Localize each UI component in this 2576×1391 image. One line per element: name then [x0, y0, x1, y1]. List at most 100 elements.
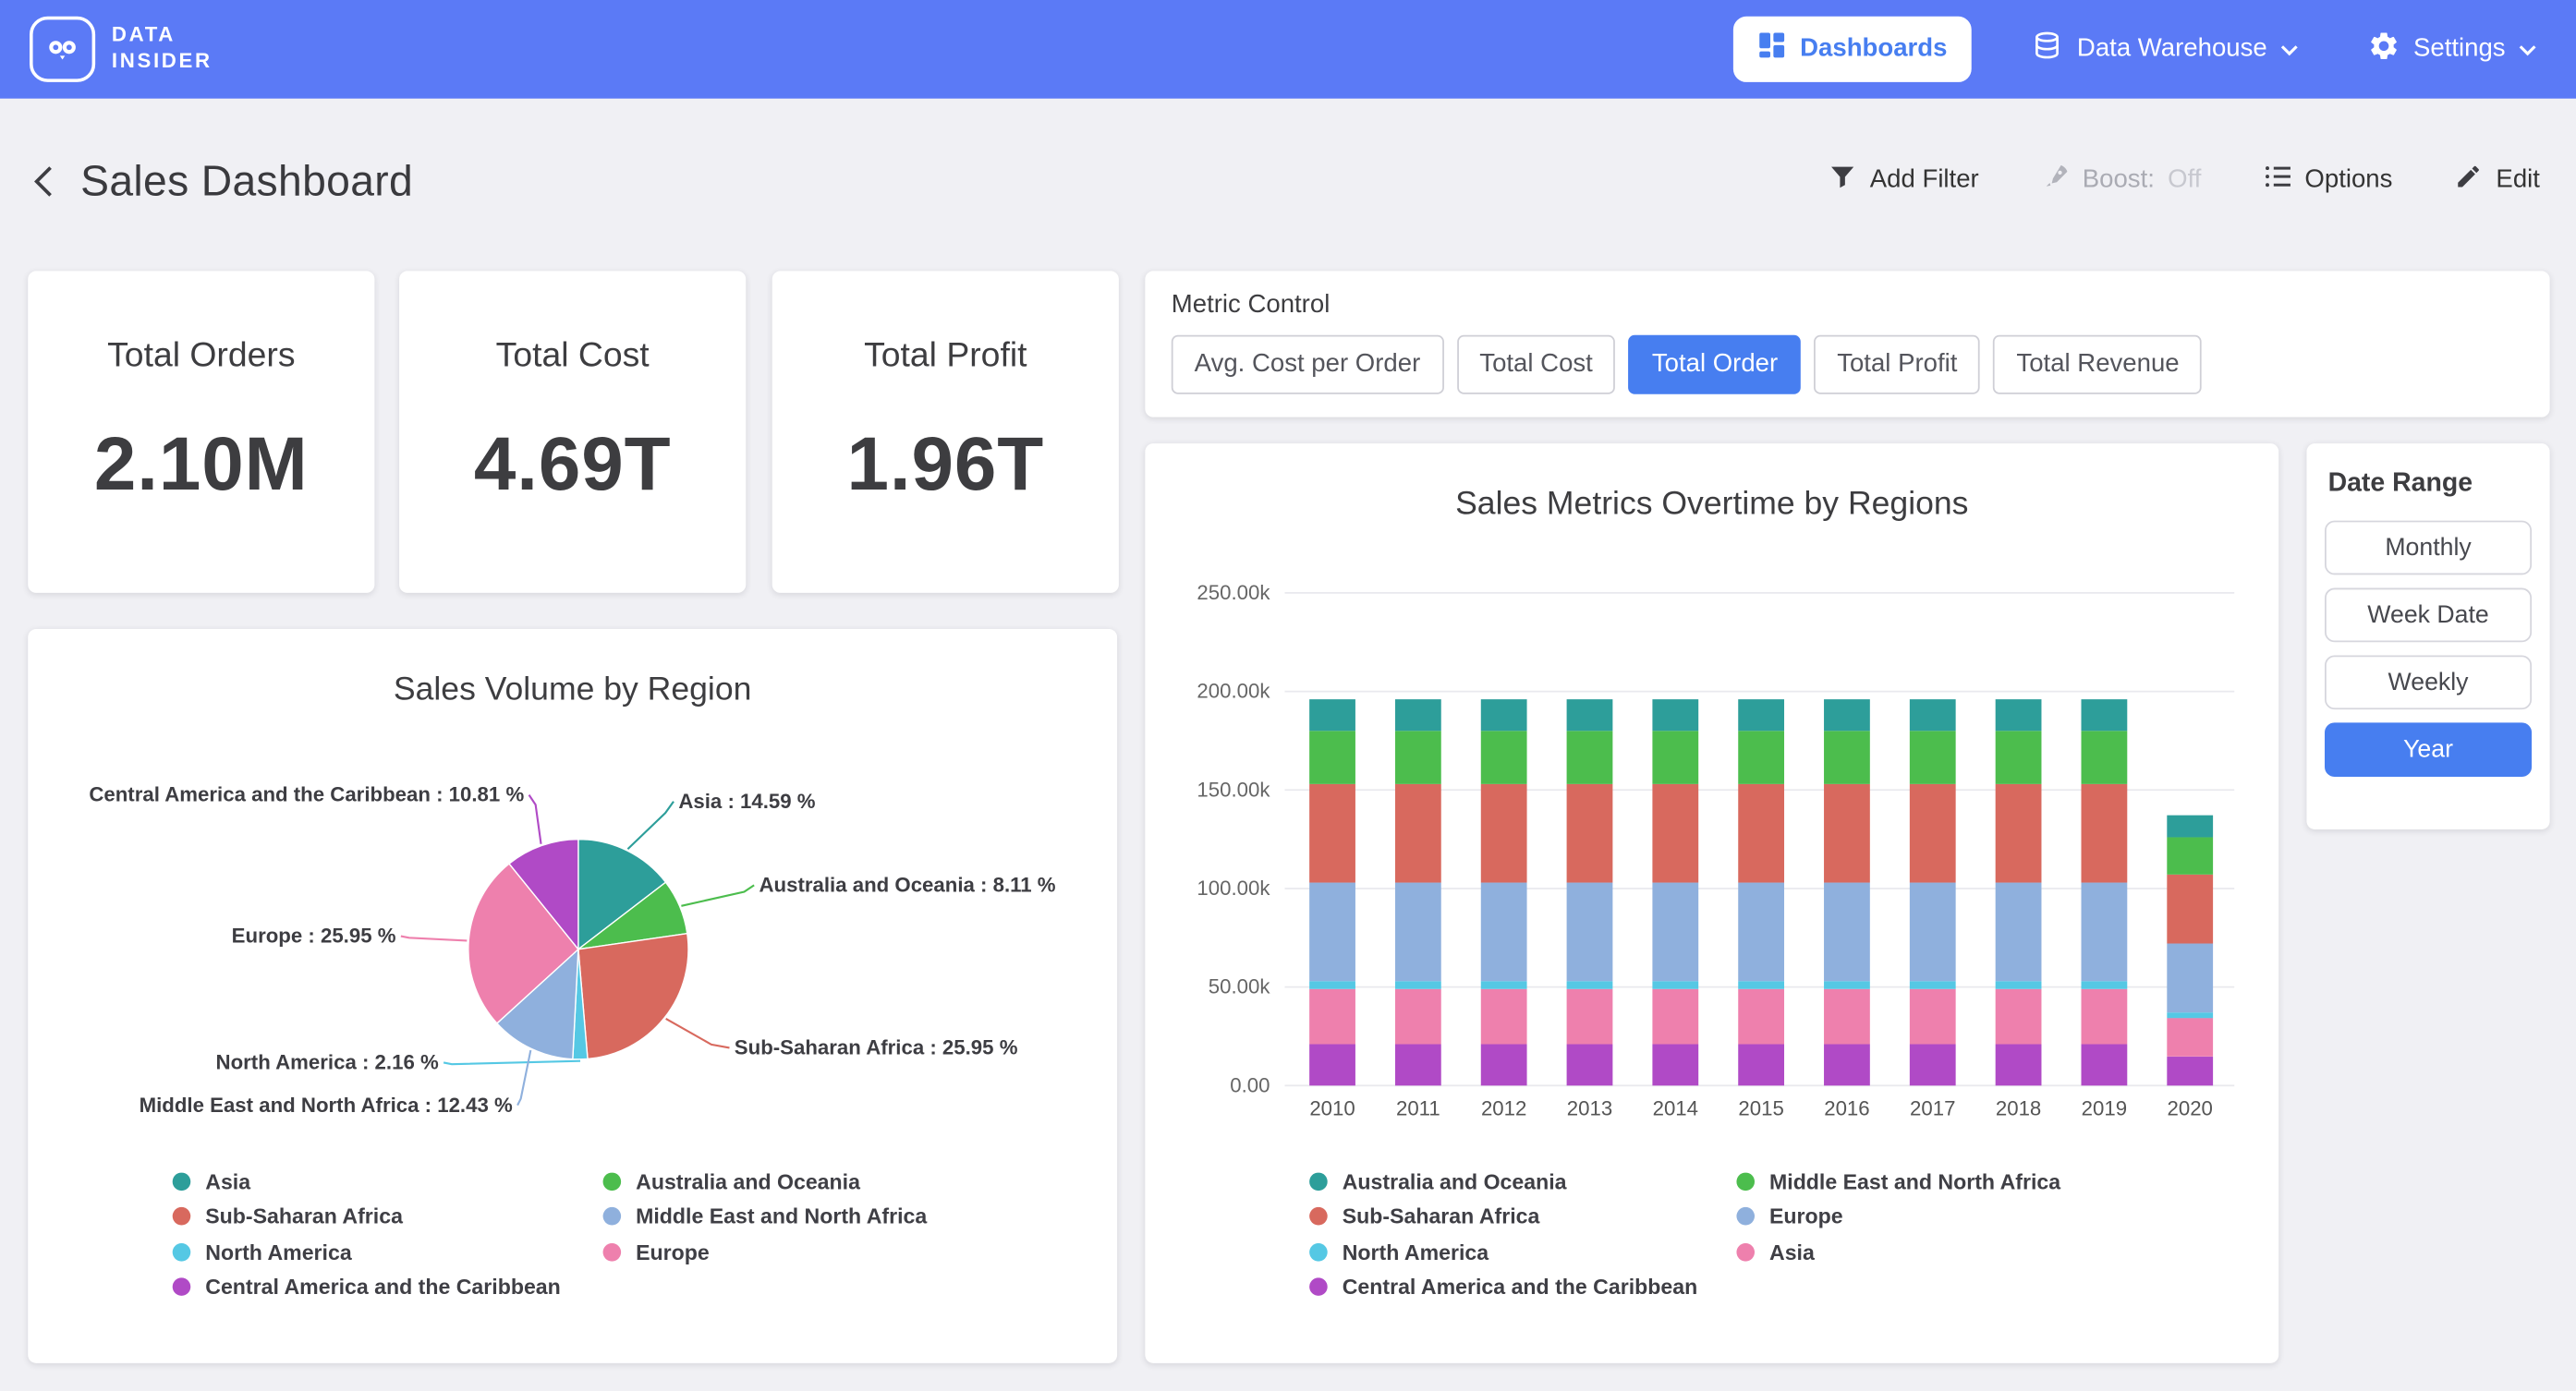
- bar-segment[interactable]: [1824, 699, 1870, 731]
- bar-segment[interactable]: [1652, 883, 1698, 982]
- bar-segment[interactable]: [1395, 981, 1441, 989]
- edit-button[interactable]: Edit: [2445, 161, 2549, 200]
- bar-segment[interactable]: [1309, 731, 1355, 784]
- bar-segment[interactable]: [1738, 981, 1784, 989]
- bar-segment[interactable]: [1910, 784, 1956, 883]
- legend-item[interactable]: Central America and the Caribbean: [1309, 1274, 1736, 1300]
- bar-segment[interactable]: [1481, 699, 1527, 731]
- options-button[interactable]: Options: [2254, 161, 2402, 200]
- legend-item[interactable]: Australia and Oceania: [603, 1167, 928, 1193]
- date-option-monthly[interactable]: Monthly: [2325, 521, 2532, 575]
- bar-segment[interactable]: [1996, 1045, 2042, 1086]
- bar-segment[interactable]: [1567, 784, 1613, 883]
- bar-segment[interactable]: [1567, 883, 1613, 982]
- bar-segment[interactable]: [1824, 784, 1870, 883]
- bar-segment[interactable]: [1652, 981, 1698, 989]
- date-option-weekly[interactable]: Weekly: [2325, 655, 2532, 709]
- bar-segment[interactable]: [1910, 883, 1956, 982]
- bar-segment[interactable]: [1910, 981, 1956, 989]
- legend-item[interactable]: Australia and Oceania: [1309, 1167, 1736, 1193]
- bar-segment[interactable]: [1996, 981, 2042, 989]
- metric-option-total-cost[interactable]: Total Cost: [1456, 335, 1615, 394]
- bar-segment[interactable]: [1824, 883, 1870, 982]
- bar-segment[interactable]: [1824, 981, 1870, 989]
- bar-segment[interactable]: [2167, 1057, 2213, 1085]
- legend-item[interactable]: Asia: [173, 1167, 603, 1193]
- date-option-week-date[interactable]: Week Date: [2325, 588, 2532, 643]
- metric-option-total-profit[interactable]: Total Profit: [1814, 335, 1980, 394]
- bar-segment[interactable]: [1824, 731, 1870, 784]
- bar-segment[interactable]: [2081, 784, 2127, 883]
- bar-segment[interactable]: [1910, 699, 1956, 731]
- bar-segment[interactable]: [2167, 1018, 2213, 1057]
- bar-segment[interactable]: [1996, 883, 2042, 982]
- bar-segment[interactable]: [1309, 784, 1355, 883]
- brand[interactable]: DATA INSIDER: [30, 17, 213, 82]
- bar-segment[interactable]: [1309, 1045, 1355, 1086]
- nav-tab-dashboards[interactable]: Dashboards: [1732, 17, 1972, 82]
- bar-segment[interactable]: [1309, 989, 1355, 1045]
- legend-item[interactable]: Sub-Saharan Africa: [1309, 1203, 1736, 1228]
- bar-segment[interactable]: [1824, 989, 1870, 1045]
- bar-segment[interactable]: [1910, 1045, 1956, 1086]
- nav-menu-data-warehouse[interactable]: Data Warehouse: [2021, 27, 2308, 71]
- legend-item[interactable]: Sub-Saharan Africa: [173, 1203, 603, 1228]
- metric-option-avg-cost-per-order[interactable]: Avg. Cost per Order: [1172, 335, 1443, 394]
- metric-option-total-revenue[interactable]: Total Revenue: [1994, 335, 2203, 394]
- bar-segment[interactable]: [2081, 989, 2127, 1045]
- legend-item[interactable]: Asia: [1736, 1239, 2060, 1264]
- bar-segment[interactable]: [2167, 816, 2213, 838]
- bar-segment[interactable]: [1652, 731, 1698, 784]
- back-button[interactable]: [26, 157, 60, 205]
- bar-segment[interactable]: [1996, 731, 2042, 784]
- bar-segment[interactable]: [1395, 1045, 1441, 1086]
- legend-item[interactable]: North America: [1309, 1239, 1736, 1264]
- bar-segment[interactable]: [1738, 784, 1784, 883]
- bar-segment[interactable]: [1652, 1045, 1698, 1086]
- bar-segment[interactable]: [1910, 989, 1956, 1045]
- pie-chart[interactable]: Asia : 14.59 %Australia and Oceania : 8.…: [28, 728, 1117, 1163]
- legend-item[interactable]: Middle East and North Africa: [1736, 1167, 2060, 1193]
- bar-segment[interactable]: [2081, 883, 2127, 982]
- bar-segment[interactable]: [2081, 731, 2127, 784]
- legend-item[interactable]: Central America and the Caribbean: [173, 1274, 603, 1300]
- bar-segment[interactable]: [1567, 699, 1613, 731]
- bar-segment[interactable]: [1481, 784, 1527, 883]
- bar-segment[interactable]: [1309, 699, 1355, 731]
- date-option-year[interactable]: Year: [2325, 722, 2532, 777]
- nav-menu-settings[interactable]: Settings: [2358, 27, 2547, 71]
- bar-segment[interactable]: [1738, 1045, 1784, 1086]
- bar-segment[interactable]: [1738, 989, 1784, 1045]
- bar-segment[interactable]: [1996, 989, 2042, 1045]
- bar-segment[interactable]: [1481, 1045, 1527, 1086]
- bar-chart[interactable]: 0.0050.00k100.00k150.00k200.00k250.00k20…: [1145, 542, 2278, 1142]
- bar-segment[interactable]: [1824, 1045, 1870, 1086]
- bar-segment[interactable]: [1395, 883, 1441, 982]
- bar-segment[interactable]: [1567, 981, 1613, 989]
- pie-slice[interactable]: [578, 934, 688, 1059]
- bar-segment[interactable]: [1395, 784, 1441, 883]
- bar-segment[interactable]: [1395, 989, 1441, 1045]
- legend-item[interactable]: Middle East and North Africa: [603, 1203, 928, 1228]
- bar-segment[interactable]: [1481, 731, 1527, 784]
- bar-segment[interactable]: [2081, 1045, 2127, 1086]
- bar-segment[interactable]: [1738, 699, 1784, 731]
- boost-toggle[interactable]: Boost: Off: [2032, 161, 2211, 200]
- bar-segment[interactable]: [1567, 1045, 1613, 1086]
- bar-segment[interactable]: [1910, 731, 1956, 784]
- bar-segment[interactable]: [1309, 981, 1355, 989]
- bar-segment[interactable]: [1309, 883, 1355, 982]
- metric-option-total-order[interactable]: Total Order: [1629, 335, 1801, 394]
- bar-segment[interactable]: [1481, 883, 1527, 982]
- bar-segment[interactable]: [1567, 989, 1613, 1045]
- bar-segment[interactable]: [1395, 699, 1441, 731]
- bar-segment[interactable]: [1567, 731, 1613, 784]
- bar-segment[interactable]: [1996, 784, 2042, 883]
- bar-segment[interactable]: [1738, 883, 1784, 982]
- bar-segment[interactable]: [1652, 699, 1698, 731]
- legend-item[interactable]: Europe: [1736, 1203, 2060, 1228]
- bar-segment[interactable]: [2167, 944, 2213, 1013]
- bar-segment[interactable]: [2081, 699, 2127, 731]
- bar-segment[interactable]: [1652, 989, 1698, 1045]
- bar-segment[interactable]: [2081, 981, 2127, 989]
